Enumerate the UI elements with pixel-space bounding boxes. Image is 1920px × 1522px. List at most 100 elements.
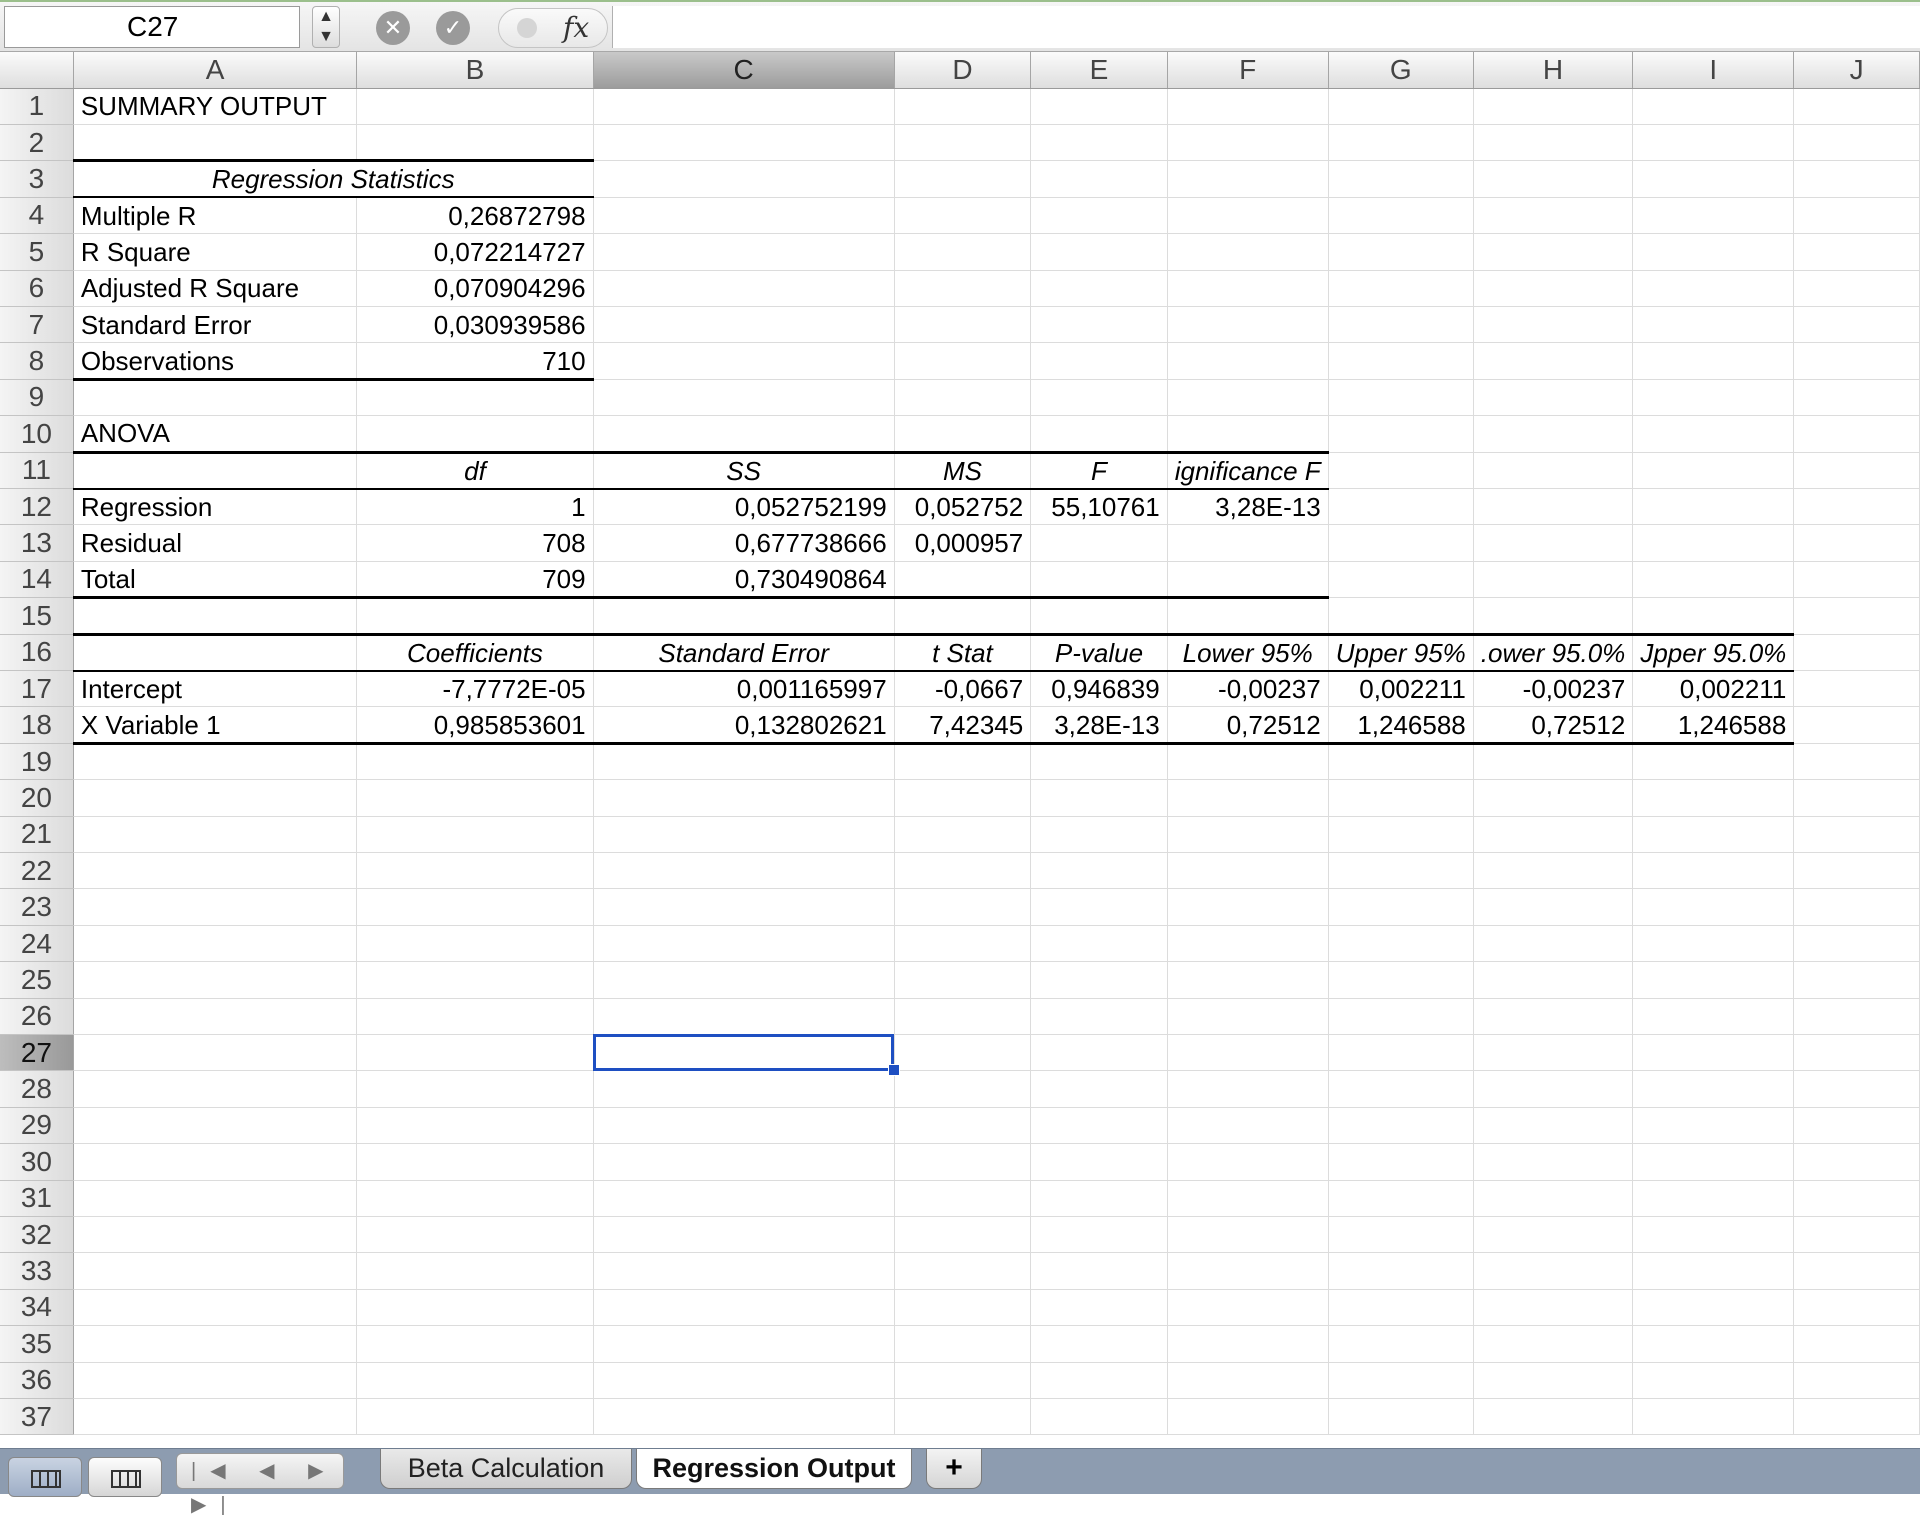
cell-i27[interactable] <box>1632 1034 1795 1072</box>
cell-j16[interactable] <box>1793 634 1920 672</box>
row-header-18[interactable]: 18 <box>0 706 74 744</box>
cell-h22[interactable] <box>1473 852 1634 890</box>
column-header-a[interactable]: A <box>73 52 358 89</box>
cell-d32[interactable] <box>894 1216 1032 1254</box>
sheet-tab-beta-calculation[interactable]: Beta Calculation <box>380 1449 632 1489</box>
cell-e25[interactable] <box>1030 961 1168 999</box>
cell-i21[interactable] <box>1632 816 1795 854</box>
cell-a3[interactable]: Regression Statistics <box>73 159 594 199</box>
cell-j21[interactable] <box>1793 816 1920 854</box>
row-header-25[interactable]: 25 <box>0 961 74 999</box>
cell-g26[interactable] <box>1328 998 1474 1035</box>
column-header-h[interactable]: H <box>1473 52 1634 89</box>
cell-j23[interactable] <box>1793 888 1920 926</box>
row-header-23[interactable]: 23 <box>0 888 74 926</box>
cell-j1[interactable] <box>1793 88 1920 125</box>
cell-a36[interactable] <box>73 1362 358 1399</box>
cell-i6[interactable] <box>1632 270 1795 307</box>
cell-j25[interactable] <box>1793 961 1920 999</box>
cell-e16[interactable]: P-value <box>1030 632 1168 672</box>
cell-f31[interactable] <box>1167 1180 1329 1217</box>
cell-h25[interactable] <box>1473 961 1634 999</box>
row-header-20[interactable]: 20 <box>0 779 74 817</box>
cell-a8[interactable]: Observations <box>73 342 358 381</box>
cell-f33[interactable] <box>1167 1252 1329 1290</box>
cell-a17[interactable]: Intercept <box>73 670 358 708</box>
cell-f3[interactable] <box>1167 160 1329 198</box>
cell-f14[interactable] <box>1167 561 1329 600</box>
cell-d2[interactable] <box>894 124 1032 162</box>
cell-h33[interactable] <box>1473 1252 1634 1290</box>
cell-h29[interactable] <box>1473 1107 1634 1145</box>
row-header-15[interactable]: 15 <box>0 597 74 635</box>
cell-f28[interactable] <box>1167 1070 1329 1108</box>
row-header-2[interactable]: 2 <box>0 124 74 162</box>
cell-j19[interactable] <box>1793 743 1920 781</box>
cell-f20[interactable] <box>1167 779 1329 817</box>
cell-c32[interactable] <box>593 1216 895 1254</box>
cell-i25[interactable] <box>1632 961 1795 999</box>
cell-j30[interactable] <box>1793 1143 1920 1181</box>
row-header-21[interactable]: 21 <box>0 816 74 854</box>
cell-g4[interactable] <box>1328 197 1474 235</box>
cell-f36[interactable] <box>1167 1362 1329 1399</box>
cell-i29[interactable] <box>1632 1107 1795 1145</box>
cell-f32[interactable] <box>1167 1216 1329 1254</box>
sheet-nav-arrows[interactable]: |◀ ◀ ▶ ▶| <box>176 1453 344 1516</box>
row-header-28[interactable]: 28 <box>0 1070 74 1108</box>
cell-d3[interactable] <box>894 160 1032 198</box>
cell-c26[interactable] <box>593 998 895 1035</box>
cell-b29[interactable] <box>356 1107 594 1145</box>
cell-h17[interactable]: -0,00237 <box>1473 670 1634 708</box>
cell-i34[interactable] <box>1632 1289 1795 1327</box>
cell-c18[interactable]: 0,132802621 <box>593 706 895 745</box>
cell-b8[interactable]: 710 <box>356 342 594 381</box>
cell-i24[interactable] <box>1632 925 1795 963</box>
cell-c31[interactable] <box>593 1180 895 1217</box>
row-header-19[interactable]: 19 <box>0 743 74 781</box>
cell-a32[interactable] <box>73 1216 358 1254</box>
row-header-12[interactable]: 12 <box>0 488 74 526</box>
cell-h2[interactable] <box>1473 124 1634 162</box>
cell-a15[interactable] <box>73 597 358 635</box>
cell-d11[interactable]: MS <box>894 450 1032 490</box>
cell-j8[interactable] <box>1793 342 1920 380</box>
cell-h23[interactable] <box>1473 888 1634 926</box>
cell-c10[interactable] <box>593 415 895 453</box>
cell-d29[interactable] <box>894 1107 1032 1145</box>
cell-d8[interactable] <box>894 342 1032 380</box>
cell-j31[interactable] <box>1793 1180 1920 1217</box>
cell-e19[interactable] <box>1030 743 1168 781</box>
cell-h5[interactable] <box>1473 233 1634 271</box>
row-header-35[interactable]: 35 <box>0 1325 74 1363</box>
cell-i31[interactable] <box>1632 1180 1795 1217</box>
row-header-32[interactable]: 32 <box>0 1216 74 1254</box>
cell-h36[interactable] <box>1473 1362 1634 1399</box>
cell-e4[interactable] <box>1030 197 1168 235</box>
cell-a2[interactable] <box>73 124 358 162</box>
cell-h3[interactable] <box>1473 160 1634 198</box>
cell-e7[interactable] <box>1030 306 1168 344</box>
cell-h11[interactable] <box>1473 452 1634 490</box>
cell-a4[interactable]: Multiple R <box>73 197 358 235</box>
cell-b6[interactable]: 0,070904296 <box>356 270 594 307</box>
cell-j13[interactable] <box>1793 524 1920 562</box>
cell-e28[interactable] <box>1030 1070 1168 1108</box>
cell-g12[interactable] <box>1328 488 1474 526</box>
cell-b2[interactable] <box>356 124 594 162</box>
cell-b27[interactable] <box>356 1034 594 1072</box>
cell-a5[interactable]: R Square <box>73 233 358 271</box>
cell-c19[interactable] <box>593 743 895 781</box>
cell-i11[interactable] <box>1632 452 1795 490</box>
cell-g21[interactable] <box>1328 816 1474 854</box>
row-header-6[interactable]: 6 <box>0 270 74 307</box>
checkmark-icon[interactable]: ✓ <box>436 11 470 45</box>
cell-d5[interactable] <box>894 233 1032 271</box>
cell-j32[interactable] <box>1793 1216 1920 1254</box>
cell-h30[interactable] <box>1473 1143 1634 1181</box>
cell-g36[interactable] <box>1328 1362 1474 1399</box>
cell-d22[interactable] <box>894 852 1032 890</box>
cell-h1[interactable] <box>1473 88 1634 125</box>
cell-a7[interactable]: Standard Error <box>73 306 358 344</box>
cell-j35[interactable] <box>1793 1325 1920 1363</box>
